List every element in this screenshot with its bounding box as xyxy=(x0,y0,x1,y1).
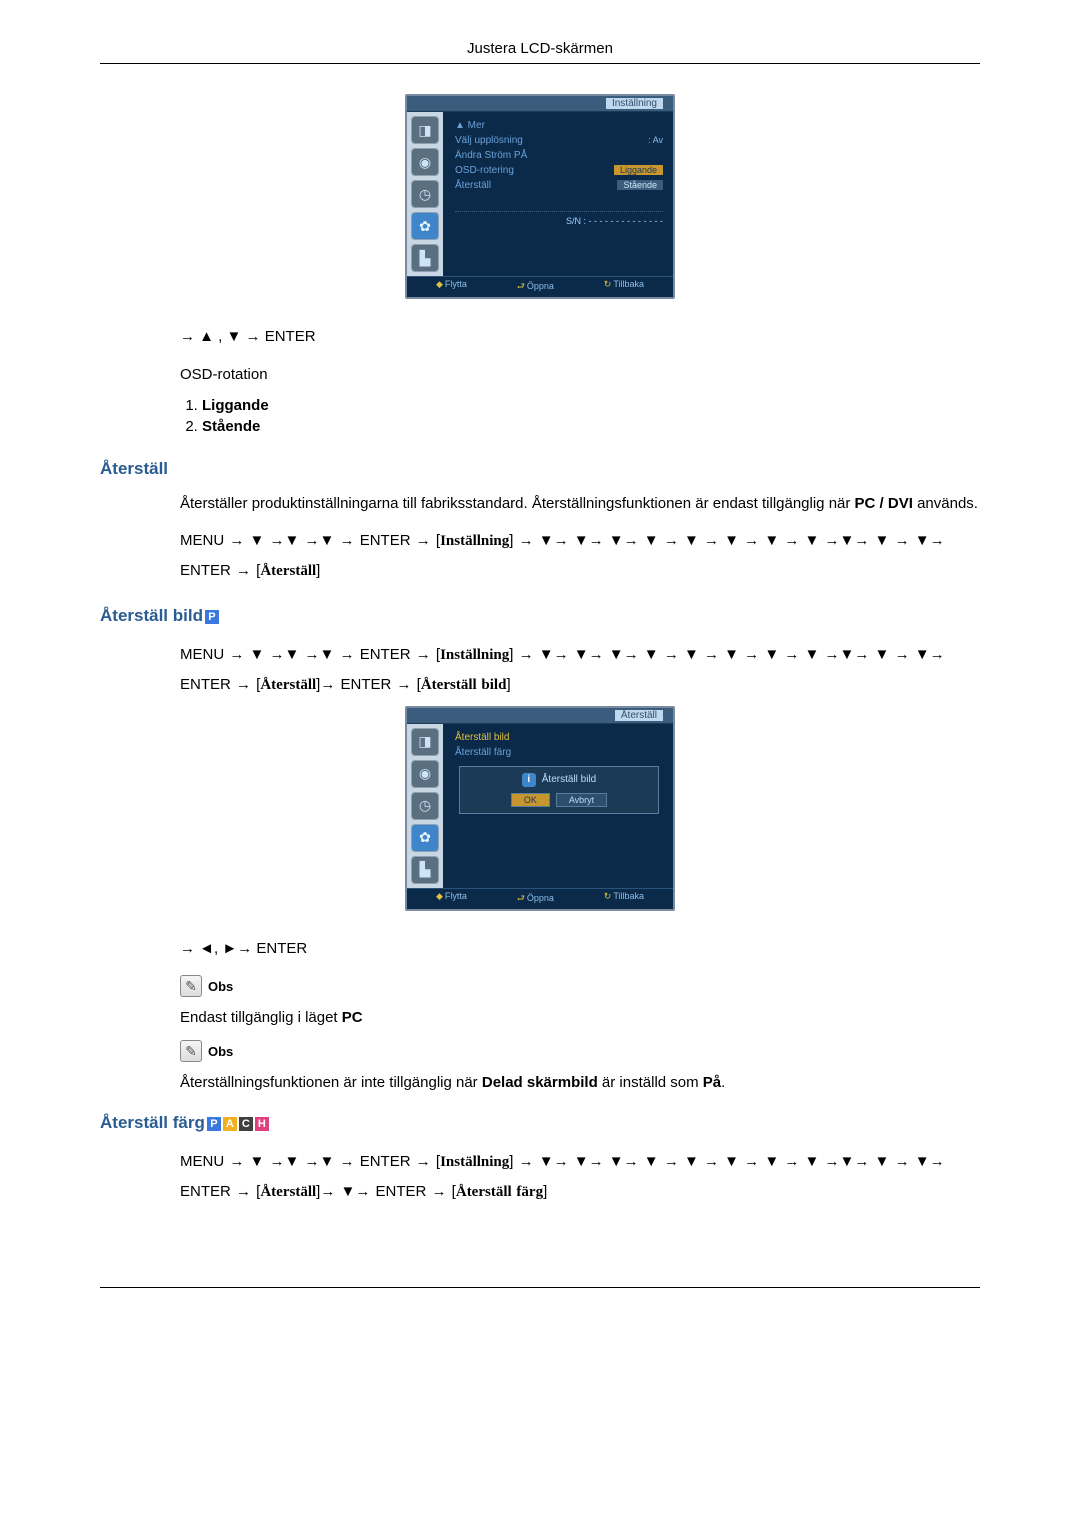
info-dialog-icon: i xyxy=(522,773,536,787)
page: Justera LCD-skärmen Inställning ◨ ◉ ◷ ✿ … xyxy=(0,0,1080,1348)
picture-icon: ◨ xyxy=(411,728,439,756)
osd-item-reset: Återställ xyxy=(455,180,491,191)
dialog-cancel-button: Avbryt xyxy=(556,793,607,807)
osd-settings-screenshot: Inställning ◨ ◉ ◷ ✿ ▙ ▲ Mer Välj upplösn… xyxy=(405,94,675,299)
osd2-footer-move: ◆Flytta xyxy=(436,891,467,907)
info-icon: ▙ xyxy=(411,856,439,884)
note-icon: ✎ xyxy=(180,1040,202,1062)
mode-badge-h: H xyxy=(255,1117,269,1131)
reset-description: Återställer produktinställningarna till … xyxy=(180,493,980,514)
mode-badge-a: A xyxy=(223,1117,237,1131)
osd-value-staende: Stående xyxy=(617,180,663,190)
osd-item-rotation: OSD-rotering xyxy=(455,165,514,176)
settings-icon: ✿ xyxy=(411,824,439,852)
note-2: ✎ Obs xyxy=(180,1040,980,1062)
osd2-footer-open: ⮐Öppna xyxy=(517,891,554,907)
osd-reset-dialog: i Återställ bild OK Avbryt xyxy=(459,766,659,814)
osd2-item-color: Återställ färg xyxy=(455,747,511,758)
option-staende: Stående xyxy=(202,418,980,435)
osd-item-resolution: Välj upplösning xyxy=(455,135,523,146)
note-icon: ✎ xyxy=(180,975,202,997)
option-liggande: Liggande xyxy=(202,397,980,414)
nav-sequence-2: → ◄, ►→ ENTER xyxy=(180,936,980,962)
picture-icon: ◨ xyxy=(411,116,439,144)
osd-item-more: ▲ Mer xyxy=(455,120,485,131)
osd-reset-screenshot: Återställ ◨ ◉ ◷ ✿ ▙ Återställ bild Åters… xyxy=(405,706,675,911)
nav-sequence-1: → ▲ , ▼ → ENTER xyxy=(180,324,980,350)
dialog-title: Återställ bild xyxy=(542,774,596,785)
page-header: Justera LCD-skärmen xyxy=(100,40,980,64)
section-reset-color-heading: Återställ färgPACH xyxy=(100,1113,980,1133)
osd-item-poweron: Ändra Ström PÅ xyxy=(455,150,527,161)
osd2-footer-back: ↻Tillbaka xyxy=(604,891,644,907)
osd-value-av: : Av xyxy=(648,135,663,146)
settings-icon: ✿ xyxy=(411,212,439,240)
mode-badge-c: C xyxy=(239,1117,253,1131)
osd-footer-move: ◆Flytta xyxy=(436,279,467,295)
reset-color-menu-path: MENU → ▼ →▼ →▼ → ENTER → [Inställning] →… xyxy=(180,1147,980,1207)
osd2-item-image: Återställ bild xyxy=(455,732,509,743)
osd-rotation-label: OSD-rotation xyxy=(180,364,980,385)
rotation-options: Liggande Stående xyxy=(180,397,980,435)
note-1: ✎ Obs xyxy=(180,975,980,997)
osd1-title: Inställning xyxy=(606,98,663,109)
section-reset-image-heading: Återställ bildP xyxy=(100,606,980,626)
osd-value-liggande: Liggande xyxy=(614,165,663,175)
osd-footer-back: ↻Tillbaka xyxy=(604,279,644,295)
timer-icon: ◷ xyxy=(411,180,439,208)
sound-icon: ◉ xyxy=(411,148,439,176)
mode-badge-p: P xyxy=(205,610,219,624)
osd2-sidebar: ◨ ◉ ◷ ✿ ▙ xyxy=(407,724,443,888)
note-label: Obs xyxy=(208,979,233,994)
reset-menu-path: MENU → ▼ →▼ →▼ → ENTER → [Inställning] →… xyxy=(180,526,980,586)
dialog-ok-button: OK xyxy=(511,793,550,807)
note-label: Obs xyxy=(208,1044,233,1059)
sound-icon: ◉ xyxy=(411,760,439,788)
page-title: Justera LCD-skärmen xyxy=(467,40,613,57)
osd2-title: Återställ xyxy=(615,710,663,721)
mode-badge-p: P xyxy=(207,1117,221,1131)
note-2-text: Återställningsfunktionen är inte tillgän… xyxy=(180,1072,980,1093)
section-reset-heading: Återställ xyxy=(100,459,980,479)
note-1-text: Endast tillgänglig i läget PC xyxy=(180,1007,980,1028)
osd-footer-open: ⮐Öppna xyxy=(517,279,554,295)
osd-serial: S/N : - - - - - - - - - - - - - - xyxy=(455,211,663,226)
osd-sidebar: ◨ ◉ ◷ ✿ ▙ xyxy=(407,112,443,276)
footer-rule xyxy=(100,1287,980,1288)
timer-icon: ◷ xyxy=(411,792,439,820)
info-icon: ▙ xyxy=(411,244,439,272)
reset-image-menu-path: MENU → ▼ →▼ →▼ → ENTER → [Inställning] →… xyxy=(180,640,980,700)
